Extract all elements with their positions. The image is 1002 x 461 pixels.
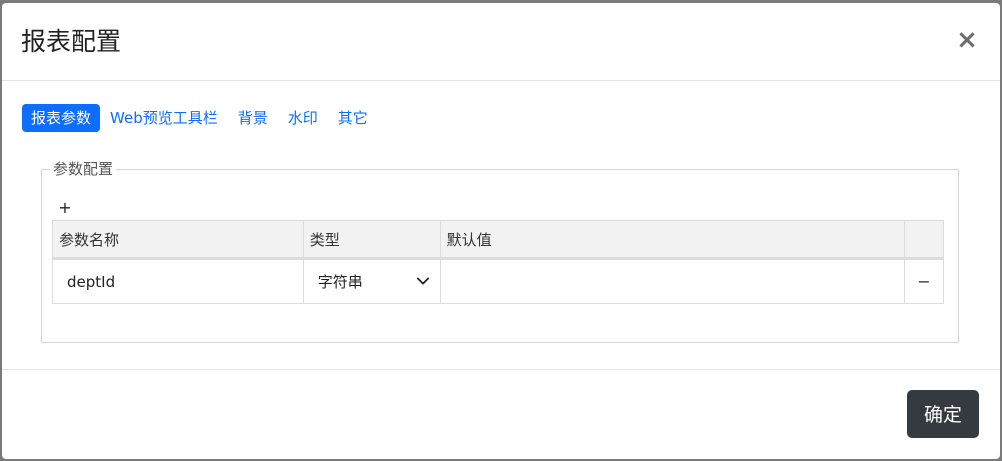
column-header-type: 类型 xyxy=(302,220,441,260)
param-type-cell: 字符串 xyxy=(302,258,441,304)
param-default-input[interactable] xyxy=(440,260,905,303)
tab-background[interactable]: 背景 xyxy=(228,104,278,132)
tab-bar: 报表参数 Web预览工具栏 背景 水印 其它 xyxy=(22,103,378,133)
footer-divider xyxy=(2,369,1000,370)
tab-report-params[interactable]: 报表参数 xyxy=(22,104,101,132)
tab-web-preview-toolbar[interactable]: Web预览工具栏 xyxy=(100,104,228,132)
params-legend: 参数配置 xyxy=(50,159,117,179)
param-type-value: 字符串 xyxy=(317,273,363,291)
column-header-actions xyxy=(904,220,944,260)
param-name-input[interactable] xyxy=(53,260,303,303)
chevron-down-icon xyxy=(416,277,429,285)
tab-watermark[interactable]: 水印 xyxy=(278,104,328,132)
confirm-button[interactable]: 确定 xyxy=(907,390,979,438)
tab-other[interactable]: 其它 xyxy=(328,104,378,132)
table-row: 字符串 − xyxy=(52,258,944,304)
column-header-default-value: 默认值 xyxy=(439,220,906,260)
column-header-param-name: 参数名称 xyxy=(52,220,304,260)
params-table-header: 参数名称 类型 默认值 xyxy=(52,220,944,260)
close-icon[interactable]: × xyxy=(956,27,978,53)
modal-title: 报表配置 xyxy=(21,27,122,56)
param-type-select[interactable]: 字符串 xyxy=(304,260,440,303)
modal-header: 报表配置 × xyxy=(2,3,1000,81)
minus-icon[interactable]: − xyxy=(904,258,944,304)
params-table: 参数名称 类型 默认值 字符串 − xyxy=(52,220,944,304)
plus-icon[interactable]: + xyxy=(58,198,72,218)
param-name-cell xyxy=(52,258,304,304)
param-default-cell xyxy=(439,258,906,304)
